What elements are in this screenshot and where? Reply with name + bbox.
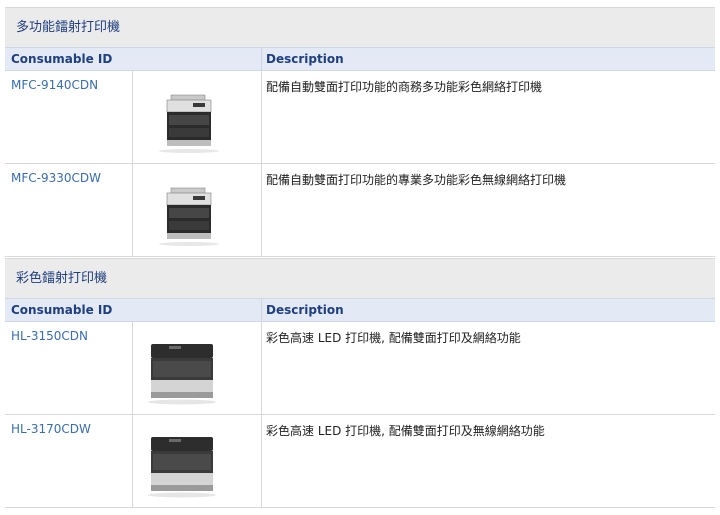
laser-printer-icon[interactable]: [145, 429, 235, 501]
column-header-description: Description: [266, 52, 344, 66]
product-id-link[interactable]: MFC-9140CDN: [11, 78, 98, 92]
cell-divider: [132, 322, 133, 414]
product-list: 多功能鐳射打印機 Consumable ID Description MFC-9…: [0, 0, 720, 515]
product-description: 彩色高速 LED 打印機, 配備雙面打印及無線網絡功能: [266, 424, 545, 438]
cell-divider: [132, 71, 133, 163]
mfc-printer-icon[interactable]: [145, 85, 235, 157]
section-title: 彩色鐳射打印機: [5, 258, 715, 298]
column-header-id: Consumable ID: [11, 303, 113, 317]
table-row: HL-3170CDW 彩色高速 LED 打印機, 配備雙面打印及無線網絡功能: [5, 415, 715, 508]
cell-divider: [261, 164, 262, 256]
product-description: 配備自動雙面打印功能的商務多功能彩色網絡打印機: [266, 80, 543, 94]
section-color-laser: 彩色鐳射打印機 Consumable ID Description HL-315…: [5, 258, 715, 508]
table-row: HL-3150CDN 彩色高速 LED 打印機, 配備雙面打印及網絡功能: [5, 322, 715, 415]
cell-divider: [261, 322, 262, 414]
cell-divider: [132, 164, 133, 256]
column-divider: [261, 299, 262, 321]
column-header-row: Consumable ID Description: [5, 47, 715, 71]
cell-divider: [261, 415, 262, 507]
product-description: 彩色高速 LED 打印機, 配備雙面打印及網絡功能: [266, 331, 521, 345]
table-row: MFC-9330CDW 配備自動雙面打印功能的專業多功能彩色無線網絡打印機: [5, 164, 715, 257]
laser-printer-icon[interactable]: [145, 336, 235, 408]
column-header-row: Consumable ID Description: [5, 298, 715, 322]
column-header-id: Consumable ID: [11, 52, 113, 66]
cell-divider: [132, 415, 133, 507]
product-id-link[interactable]: HL-3150CDN: [11, 329, 88, 343]
product-description: 配備自動雙面打印功能的專業多功能彩色無線網絡打印機: [266, 173, 567, 187]
product-id-link[interactable]: MFC-9330CDW: [11, 171, 101, 185]
column-divider: [261, 48, 262, 70]
section-title: 多功能鐳射打印機: [5, 7, 715, 47]
column-header-description: Description: [266, 303, 344, 317]
product-id-link[interactable]: HL-3170CDW: [11, 422, 91, 436]
table-row: MFC-9140CDN 配備自動雙面打印功能的商務多功能彩色網絡打印機: [5, 71, 715, 164]
cell-divider: [261, 71, 262, 163]
mfc-printer-icon[interactable]: [145, 178, 235, 250]
section-multifunction: 多功能鐳射打印機 Consumable ID Description MFC-9…: [5, 7, 715, 257]
